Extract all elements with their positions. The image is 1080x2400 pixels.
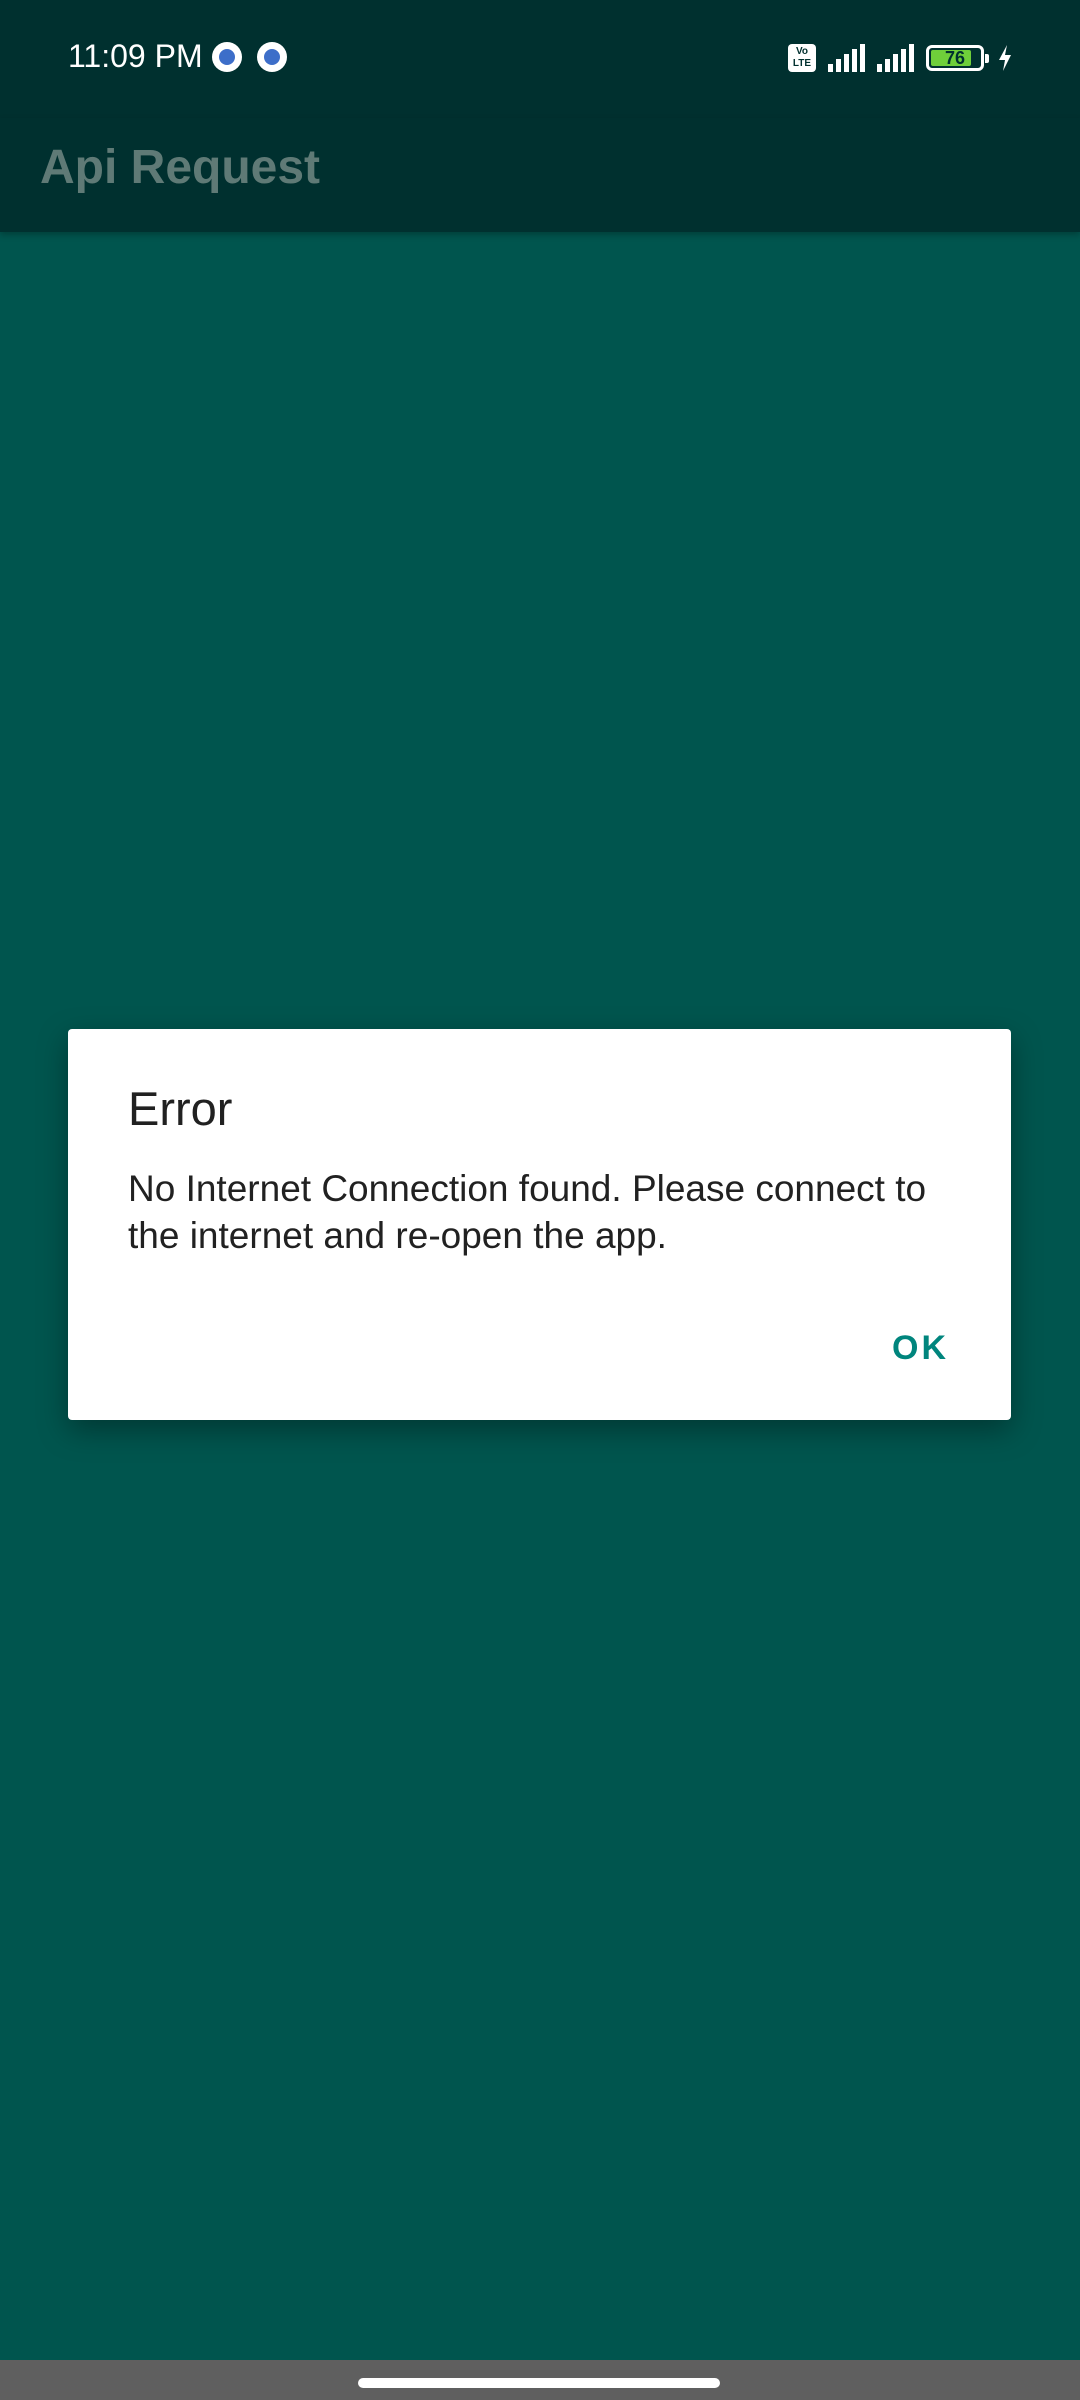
volte-icon: Vo LTE: [788, 44, 816, 72]
volte-label-top: Vo: [795, 46, 809, 57]
navigation-bar: [0, 2360, 1080, 2400]
error-dialog: Error No Internet Connection found. Plea…: [68, 1029, 1011, 1420]
dialog-title: Error: [128, 1082, 233, 1135]
app-screen: 11:09 PM Vo LTE 76 Api Request Error No …: [0, 0, 1080, 2400]
app-bar: Api Request: [0, 118, 1080, 232]
app-notification-icon: [212, 42, 242, 72]
battery-icon: 76: [926, 45, 989, 71]
battery-level: 76: [944, 47, 966, 68]
dialog-message: No Internet Connection found. Please con…: [128, 1168, 927, 1256]
charging-icon: [999, 45, 1011, 71]
status-bar: 11:09 PM Vo LTE 76: [0, 0, 1080, 118]
status-time: 11:09 PM: [68, 38, 203, 74]
home-gesture-handle[interactable]: [358, 2378, 720, 2388]
signal-icon: [877, 44, 914, 72]
signal-icon: [828, 44, 865, 72]
app-title: Api Request: [40, 141, 321, 194]
volte-label-bottom: LTE: [792, 58, 812, 69]
status-icons: Vo LTE 76: [788, 42, 1014, 74]
ok-button[interactable]: OK: [870, 1319, 971, 1378]
app-notification-icon: [257, 42, 287, 72]
